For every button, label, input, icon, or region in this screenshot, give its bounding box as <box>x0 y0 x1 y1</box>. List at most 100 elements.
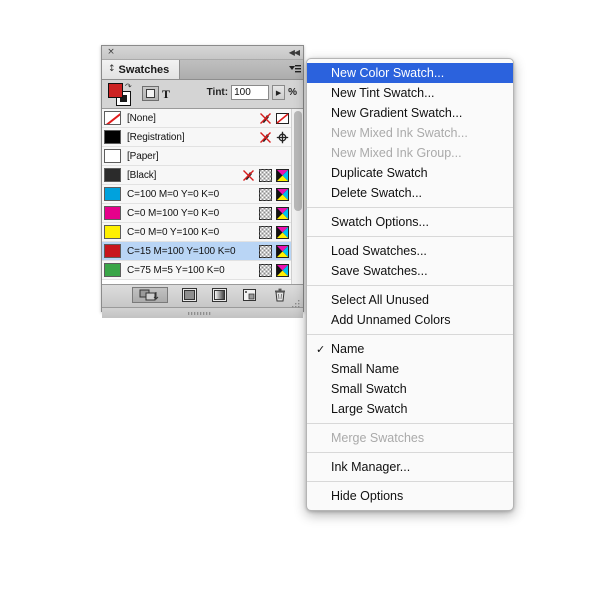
tint-input[interactable] <box>231 85 270 100</box>
swatch-name-label: [None] <box>127 112 156 124</box>
fill-swatch[interactable] <box>108 83 123 98</box>
menu-item[interactable]: Hide Options <box>307 486 513 506</box>
menu-item-label: New Color Swatch... <box>331 66 445 80</box>
swatches-panel: × ◀◀ ↕ Swatches ↷ T Tint: 100 ▶ % [None]… <box>101 45 304 318</box>
menu-item[interactable]: Add Unnamed Colors <box>307 310 513 330</box>
swatch-name-label: C=0 M=100 Y=0 K=0 <box>127 207 220 219</box>
cmyk-icon <box>276 188 289 201</box>
swatch-row[interactable]: C=15 M=100 Y=100 K=0 <box>102 242 291 261</box>
menu-item[interactable]: Select All Unused <box>307 290 513 310</box>
panel-footer <box>102 285 303 308</box>
swatch-row[interactable]: [Black] <box>102 166 291 185</box>
swatch-name-label: C=15 M=100 Y=100 K=0 <box>127 245 236 257</box>
new-gradient-swatch-button[interactable] <box>211 287 228 303</box>
show-all-swatches-button[interactable] <box>132 287 168 303</box>
swatch-list[interactable]: [None] [Registration] [Paper] [Black] C=100 … <box>102 109 291 284</box>
swap-fill-stroke-icon[interactable]: ↷ <box>125 82 132 91</box>
grip-dots-icon <box>187 310 218 318</box>
text-target-button[interactable]: T <box>162 88 170 100</box>
menu-item[interactable]: New Gradient Swatch... <box>307 103 513 123</box>
menu-item: New Mixed Ink Swatch... <box>307 123 513 143</box>
menu-item-label: Ink Manager... <box>331 460 411 474</box>
menu-separator <box>307 285 513 286</box>
menu-item[interactable]: Load Swatches... <box>307 241 513 261</box>
swatch-name-label: C=100 M=0 Y=0 K=0 <box>127 188 220 200</box>
menu-item[interactable]: Save Swatches... <box>307 261 513 281</box>
none-icon <box>276 112 289 125</box>
menu-item-label: Large Swatch <box>331 402 408 416</box>
menu-item[interactable]: Ink Manager... <box>307 457 513 477</box>
menu-item-label: Load Swatches... <box>331 244 427 258</box>
menu-item-label: New Gradient Swatch... <box>331 106 463 120</box>
tab-swatches-label: Swatches <box>118 63 170 76</box>
swatch-row[interactable]: [Registration] <box>102 128 291 147</box>
tint-group: Tint: ▶ % <box>207 85 297 100</box>
swatch-row-icons <box>259 128 289 147</box>
menu-item[interactable]: New Color Swatch... <box>307 63 513 83</box>
menu-item-label: Merge Swatches <box>331 431 425 445</box>
swatch-color-chip <box>104 149 121 163</box>
grid-icon <box>259 207 272 220</box>
grid-icon <box>259 188 272 201</box>
menu-item[interactable]: Delete Swatch... <box>307 183 513 203</box>
menu-separator <box>307 452 513 453</box>
swatch-row[interactable]: [None] <box>102 109 291 128</box>
close-icon[interactable]: × <box>106 47 116 57</box>
menu-item[interactable]: ✓ Name <box>307 339 513 359</box>
menu-item[interactable]: Small Name <box>307 359 513 379</box>
fill-stroke-control[interactable]: ↷ <box>108 82 134 106</box>
menu-separator <box>307 334 513 335</box>
swatch-row[interactable]: C=0 M=0 Y=100 K=0 <box>102 223 291 242</box>
panel-tabbar: ↕ Swatches <box>102 60 303 80</box>
scrollbar-thumb[interactable] <box>294 111 302 211</box>
delete-swatch-button[interactable] <box>271 287 288 303</box>
frame-target-button[interactable] <box>142 86 159 101</box>
tint-stepper[interactable]: ▶ <box>272 85 286 100</box>
menu-item-label: Small Swatch <box>331 382 407 396</box>
new-swatch-button[interactable] <box>241 287 258 303</box>
swatch-name-label: C=0 M=0 Y=100 K=0 <box>127 226 220 238</box>
tab-swatches[interactable]: ↕ Swatches <box>102 60 181 79</box>
menu-item[interactable]: Small Swatch <box>307 379 513 399</box>
collapse-panel-icon[interactable]: ◀◀ <box>289 48 300 57</box>
pen-x-icon <box>259 112 272 125</box>
menu-item[interactable]: Large Swatch <box>307 399 513 419</box>
menu-item[interactable]: Swatch Options... <box>307 212 513 232</box>
menu-item-label: New Tint Swatch... <box>331 86 435 100</box>
swatch-row[interactable]: C=75 M=5 Y=100 K=0 <box>102 261 291 280</box>
panel-menu-icon[interactable] <box>288 63 301 76</box>
new-color-group-button[interactable] <box>181 287 198 303</box>
menu-item-label: New Mixed Ink Swatch... <box>331 126 468 140</box>
swatch-color-chip <box>104 111 121 125</box>
swatch-row[interactable]: C=100 M=0 Y=0 K=0 <box>102 185 291 204</box>
panel-titlebar: × ◀◀ <box>102 46 303 60</box>
menu-item[interactable]: Duplicate Swatch <box>307 163 513 183</box>
dock-arrows-icon: ↕ <box>108 64 116 74</box>
menu-item-label: Duplicate Swatch <box>331 166 428 180</box>
swatch-name-label: C=75 M=5 Y=100 K=0 <box>127 264 225 276</box>
checkmark-icon: ✓ <box>316 342 326 356</box>
menu-item: Merge Swatches <box>307 428 513 448</box>
swatch-name-label: [Paper] <box>127 150 159 162</box>
menu-item[interactable]: New Tint Swatch... <box>307 83 513 103</box>
menu-item-label: Select All Unused <box>331 293 429 307</box>
cmyk-icon <box>276 264 289 277</box>
swatch-row[interactable]: [Paper] <box>102 147 291 166</box>
cmyk-icon <box>276 226 289 239</box>
swatch-color-chip <box>104 244 121 258</box>
swatch-row-icons <box>242 166 289 185</box>
grid-icon <box>259 245 272 258</box>
swatches-panel-menu[interactable]: New Color Swatch... New Tint Swatch... New… <box>306 58 514 511</box>
swatch-row-icons <box>259 242 289 261</box>
swatch-row-icons <box>259 185 289 204</box>
resize-grip[interactable] <box>291 296 301 308</box>
swatch-row-icons <box>259 109 289 128</box>
swatch-list-scrollbar[interactable] <box>291 109 303 284</box>
cmyk-icon <box>276 245 289 258</box>
menu-separator <box>307 481 513 482</box>
swatch-row-icons <box>259 261 289 280</box>
swatch-row-icons <box>259 223 289 242</box>
panel-bottom-grip-bar[interactable] <box>102 308 303 318</box>
swatch-row[interactable]: C=0 M=100 Y=0 K=0 <box>102 204 291 223</box>
menu-item: New Mixed Ink Group... <box>307 143 513 163</box>
